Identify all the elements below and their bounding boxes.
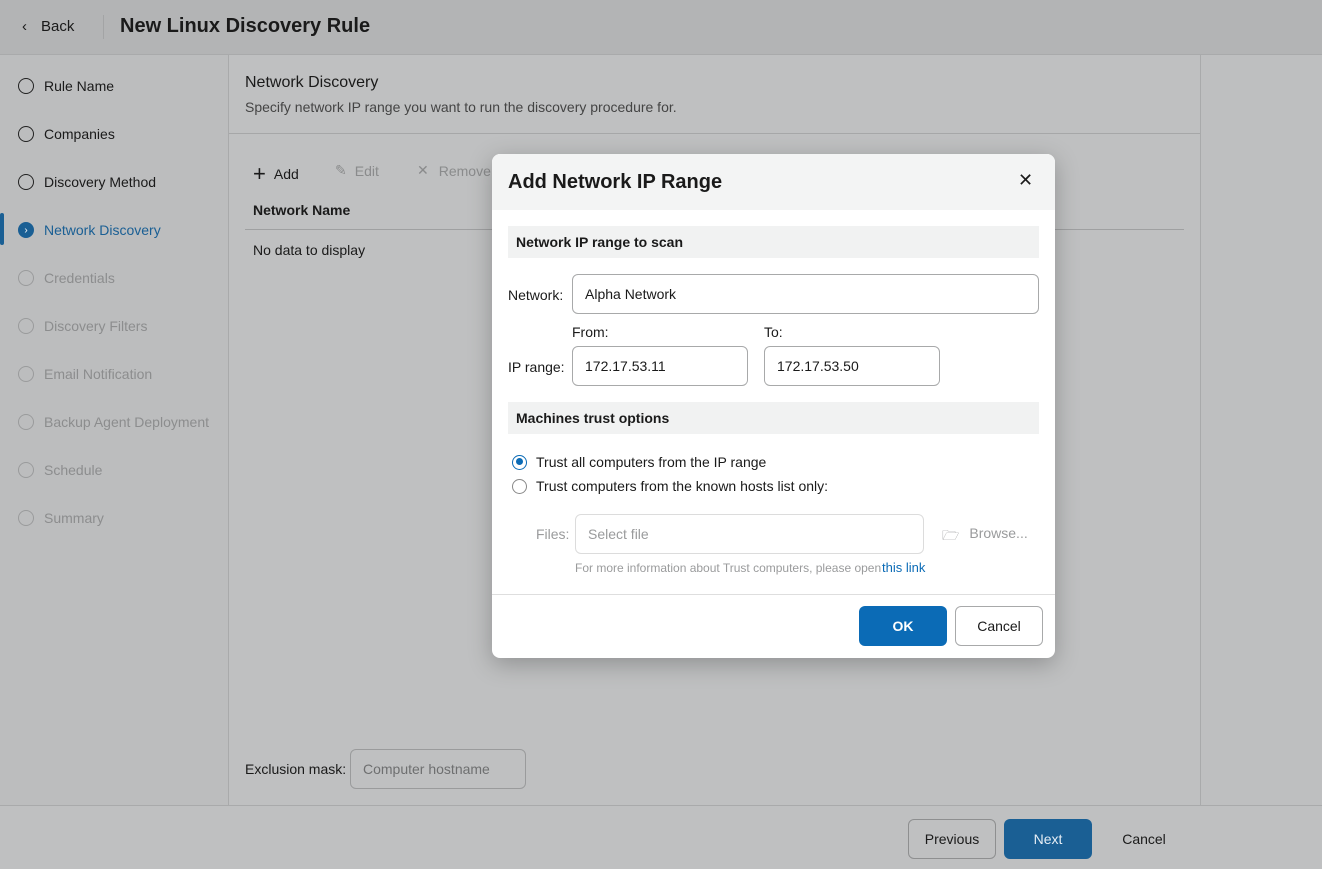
back-label: Back [41, 18, 74, 35]
page-title: New Linux Discovery Rule [120, 15, 370, 38]
add-network-ip-range-dialog: Add Network IP Range ✕ Network IP range … [492, 154, 1055, 658]
exclusion-mask-input[interactable]: Computer hostname [350, 749, 526, 789]
to-label: To: [764, 324, 783, 340]
step-label: Credentials [44, 270, 115, 286]
close-icon: ✕ [417, 162, 429, 179]
step-circle-icon [18, 78, 34, 94]
step-label: Discovery Method [44, 174, 156, 190]
divider [229, 133, 1200, 134]
edit-button: ✎ Edit [335, 162, 379, 179]
previous-button[interactable]: Previous [908, 819, 996, 859]
add-button[interactable]: + Add [253, 161, 299, 187]
browse-label: Browse... [969, 525, 1027, 549]
info-text: For more information about Trust compute… [575, 561, 881, 575]
ip-from-input[interactable]: 172.17.53.11 [572, 346, 748, 386]
step-companies[interactable]: Companies [18, 126, 115, 142]
dialog-header: Add Network IP Range ✕ [492, 154, 1055, 210]
section-subtitle: Specify network IP range you want to run… [245, 99, 677, 115]
ok-button[interactable]: OK [859, 606, 947, 646]
step-label: Discovery Filters [44, 318, 147, 334]
files-label: Files: [536, 526, 569, 542]
from-label: From: [572, 324, 609, 340]
step-rule-name[interactable]: Rule Name [18, 78, 114, 94]
header: ‹ Back New Linux Discovery Rule [0, 0, 1322, 55]
chevron-left-icon: ‹ [22, 18, 27, 35]
step-summary: Summary [18, 510, 104, 526]
pencil-icon: ✎ [335, 162, 347, 179]
step-circle-icon [18, 462, 34, 478]
step-discovery-method[interactable]: Discovery Method [18, 174, 156, 190]
column-header-network-name[interactable]: Network Name [253, 202, 350, 218]
footer: Previous Next Cancel [0, 805, 1322, 869]
step-circle-icon [18, 318, 34, 334]
plus-icon: + [253, 161, 266, 187]
radio-trust-all[interactable]: Trust all computers from the IP range [512, 454, 766, 470]
ip-range-label: IP range: [508, 359, 565, 375]
step-circle-icon [18, 174, 34, 190]
section-title: Network Discovery [245, 74, 378, 92]
radio-unchecked-icon [512, 479, 527, 494]
step-circle-icon [18, 366, 34, 382]
section-machines-trust: Machines trust options [508, 402, 1039, 434]
step-label: Network Discovery [44, 222, 161, 238]
info-link[interactable]: this link [882, 560, 925, 575]
remove-button: ✕ Remove [417, 162, 491, 179]
edit-label: Edit [355, 163, 379, 179]
step-email-notification: Email Notification [18, 366, 152, 382]
back-button[interactable]: ‹ Back [22, 18, 74, 35]
step-label: Companies [44, 126, 115, 142]
step-label: Backup Agent Deployment [44, 414, 209, 430]
dialog-cancel-button[interactable]: Cancel [955, 606, 1043, 646]
folder-icon: 🗁 [942, 525, 959, 549]
add-label: Add [274, 166, 299, 182]
step-circle-icon [18, 510, 34, 526]
step-discovery-filters: Discovery Filters [18, 318, 147, 334]
files-input: Select file [575, 514, 924, 554]
step-circle-icon [18, 414, 34, 430]
exclusion-mask-label: Exclusion mask: [245, 761, 346, 777]
radio-trust-known-hosts[interactable]: Trust computers from the known hosts lis… [512, 478, 828, 494]
section-network-ip-range: Network IP range to scan [508, 226, 1039, 258]
ip-to-input[interactable]: 172.17.53.50 [764, 346, 940, 386]
active-indicator [0, 213, 4, 245]
wizard-steps: Rule Name Companies Discovery Method › Ne… [0, 55, 229, 805]
dialog-title: Add Network IP Range [508, 171, 722, 194]
network-label: Network: [508, 287, 563, 303]
step-label: Summary [44, 510, 104, 526]
remove-label: Remove [439, 163, 491, 179]
network-input[interactable]: Alpha Network [572, 274, 1039, 314]
browse-button: 🗁 Browse... [942, 525, 1028, 549]
radio-label: Trust computers from the known hosts lis… [536, 478, 828, 494]
step-label: Email Notification [44, 366, 152, 382]
next-button[interactable]: Next [1004, 819, 1092, 859]
divider [103, 15, 104, 39]
cancel-button[interactable]: Cancel [1100, 819, 1188, 859]
step-label: Schedule [44, 462, 102, 478]
step-backup-agent-deployment: Backup Agent Deployment [18, 414, 209, 430]
divider [492, 594, 1055, 595]
step-label: Rule Name [44, 78, 114, 94]
step-credentials: Credentials [18, 270, 115, 286]
step-circle-icon [18, 270, 34, 286]
close-icon[interactable]: ✕ [1018, 170, 1033, 191]
radio-checked-icon [512, 455, 527, 470]
step-circle-icon [18, 126, 34, 142]
chevron-right-icon: › [18, 222, 34, 238]
step-network-discovery[interactable]: › Network Discovery [18, 222, 161, 238]
step-schedule: Schedule [18, 462, 102, 478]
empty-table-message: No data to display [253, 242, 365, 258]
radio-label: Trust all computers from the IP range [536, 454, 766, 470]
